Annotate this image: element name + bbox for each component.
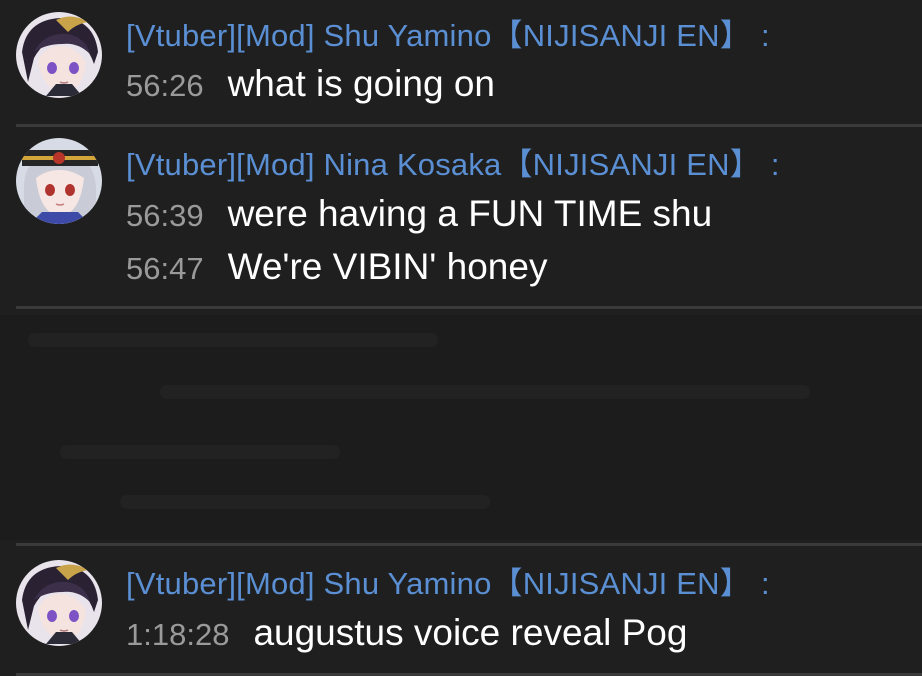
message-line: 56:47 We're VIBIN' honey: [126, 247, 547, 295]
timestamp: 56:47: [126, 251, 204, 286]
author-name[interactable]: [Vtuber][Mod] Shu Yamino【NIJISANJI EN】:: [126, 18, 770, 54]
obscured-text-bar: [120, 495, 490, 509]
timestamp: 56:39: [126, 198, 204, 233]
author-name[interactable]: [Vtuber][Mod] Nina Kosaka【NIJISANJI EN】:: [126, 147, 780, 183]
message-text: augustus voice reveal Pog: [253, 612, 688, 653]
chat-log: [Vtuber][Mod] Shu Yamino【NIJISANJI EN】: …: [0, 0, 922, 676]
timestamp: 56:26: [126, 68, 204, 103]
obscured-text-bar: [60, 445, 340, 459]
message-line: 56:39 were having a FUN TIME shu: [126, 194, 712, 242]
shu-yamino-avatar-icon[interactable]: [16, 560, 102, 646]
message-divider: [16, 124, 922, 127]
author-name[interactable]: [Vtuber][Mod] Shu Yamino【NIJISANJI EN】:: [126, 566, 770, 602]
message-divider: [16, 543, 922, 546]
obscured-text-bar: [160, 385, 810, 399]
shu-yamino-avatar-icon[interactable]: [16, 12, 102, 98]
message-line: 56:26 what is going on: [126, 64, 495, 112]
message-divider: [16, 306, 922, 309]
obscured-region: [0, 315, 922, 540]
author-name-text: [Vtuber][Mod] Shu Yamino【NIJISANJI EN】: [126, 18, 751, 53]
author-name-text: [Vtuber][Mod] Shu Yamino【NIJISANJI EN】: [126, 566, 751, 601]
message-text: We're VIBIN' honey: [227, 246, 548, 287]
obscured-text-bar: [28, 333, 438, 347]
author-colon: :: [760, 566, 770, 601]
timestamp: 1:18:28: [126, 617, 230, 652]
message-text: were having a FUN TIME shu: [227, 193, 713, 234]
nina-kosaka-avatar-icon[interactable]: [16, 138, 102, 224]
message-text: what is going on: [227, 63, 495, 104]
author-colon: :: [770, 147, 780, 182]
author-colon: :: [760, 18, 770, 53]
message-line: 1:18:28 augustus voice reveal Pog: [126, 613, 687, 661]
author-name-text: [Vtuber][Mod] Nina Kosaka【NIJISANJI EN】: [126, 147, 761, 182]
